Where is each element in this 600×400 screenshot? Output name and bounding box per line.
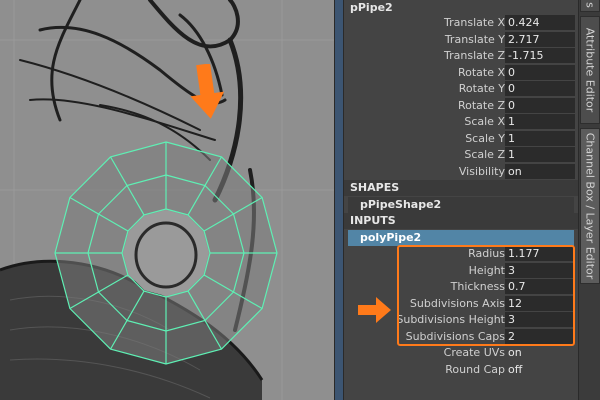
attr-value-field[interactable]: on [505, 163, 575, 179]
attr-value-field[interactable]: 2.717 [505, 31, 575, 47]
attr-value-field[interactable]: 1 [505, 130, 575, 146]
attr-label: Translate X [444, 16, 505, 29]
attr-label: Visibility [458, 164, 505, 178]
attr-value-field[interactable]: 1 [505, 147, 575, 162]
attr-row[interactable]: Translate Z -1.715 [344, 48, 578, 64]
attr-row[interactable]: Create UVs on [344, 345, 578, 361]
attr-label: Scale X [464, 115, 505, 128]
viewport-3d[interactable] [0, 0, 334, 400]
attr-label: Round Cap [445, 362, 505, 376]
attr-value-field[interactable]: 0 [505, 64, 575, 80]
attr-label: Scale Z [464, 148, 505, 161]
attr-label: Rotate Z [457, 98, 505, 112]
annotation-arrow-right-icon [358, 297, 391, 323]
attr-row[interactable]: Scale Y1 [344, 130, 578, 147]
inputs-section-header: INPUTS [344, 213, 578, 229]
attr-row[interactable]: Rotate Y0 [344, 81, 578, 97]
tab-channel-box-label: Channel Box / Layer Editor [583, 132, 597, 280]
attr-row[interactable]: Rotate Z0 [344, 97, 578, 114]
shape-node-item[interactable]: pPipeShape2 [348, 197, 574, 213]
tab-attribute-editor-label: Attribute Editor [583, 27, 597, 113]
attr-row[interactable]: Round Cap off [344, 362, 578, 378]
annotation-arrow-down-icon [190, 64, 225, 119]
attr-label: Rotate Y [458, 82, 505, 95]
panel-divider[interactable] [334, 0, 344, 400]
attr-row[interactable]: Scale Z1 [344, 147, 578, 163]
attr-label: Translate Y [444, 32, 505, 46]
attr-row[interactable]: Translate X 0.424 [344, 15, 578, 31]
attr-value-field[interactable]: 0.424 [505, 15, 575, 30]
attr-row[interactable]: Visibility on [344, 163, 578, 180]
attr-value-field[interactable]: 1 [505, 114, 575, 129]
viewport-scene [0, 0, 334, 400]
attr-value-field[interactable]: on [505, 345, 575, 360]
input-node-item-selected[interactable]: polyPipe2 [348, 230, 574, 246]
attr-label: Rotate X [457, 65, 505, 79]
attr-row[interactable]: Translate Y 2.717 [344, 31, 578, 48]
attr-row[interactable]: Scale X1 [344, 114, 578, 130]
tab-partial-label: s [583, 2, 597, 8]
attr-label: Translate Z [444, 49, 505, 62]
shapes-section-header: SHAPES [344, 180, 578, 196]
side-tab-strip: s Attribute Editor Channel Box / Layer E… [578, 0, 600, 400]
attr-label: Scale Y [465, 131, 505, 145]
annotation-highlight-box [397, 245, 575, 346]
attr-label: Create UVs [443, 346, 505, 359]
attr-value-field[interactable]: 0 [505, 97, 575, 113]
attr-value-field[interactable]: off [505, 362, 575, 377]
tab-channel-box-layer-editor[interactable]: Channel Box / Layer Editor [580, 128, 600, 284]
tab-partial[interactable]: s [580, 0, 600, 12]
attr-value-field[interactable]: 0 [505, 81, 575, 96]
attr-row[interactable]: Rotate X0 [344, 64, 578, 81]
attr-value-field[interactable]: -1.715 [505, 48, 575, 63]
transform-node-name[interactable]: pPipe2 [344, 0, 578, 16]
tab-attribute-editor[interactable]: Attribute Editor [580, 16, 600, 124]
